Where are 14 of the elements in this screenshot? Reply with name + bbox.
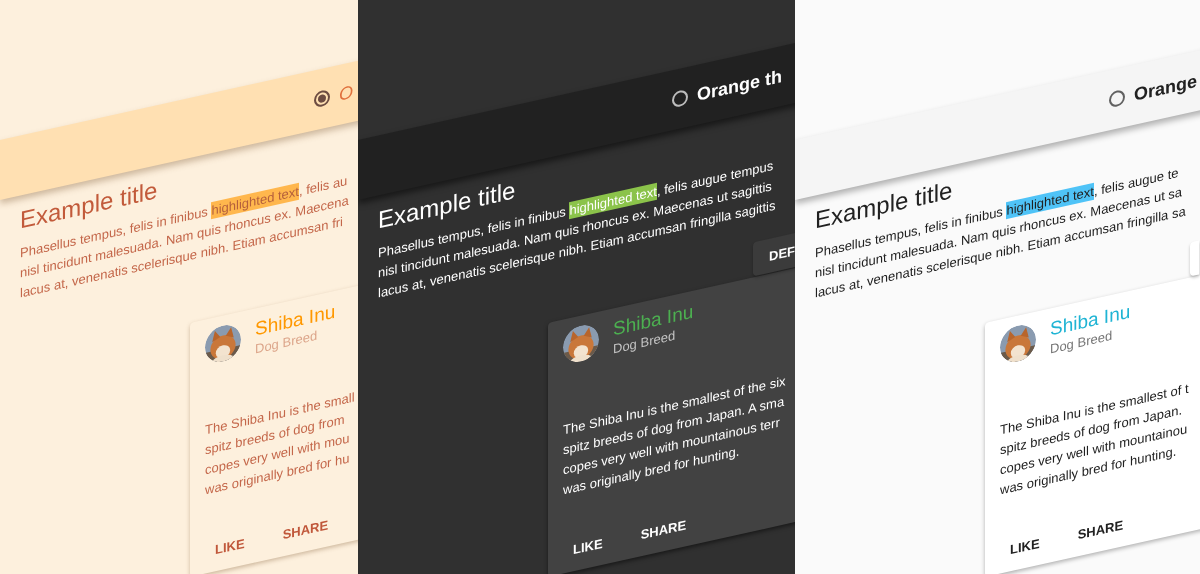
- card-text: The Shiba Inu is the smallest of t spitz breeds of dog from Japan. copes very well with mountainou was originally bred for hunting.: [1000, 379, 1189, 500]
- radio-button[interactable]: [672, 88, 688, 109]
- radio-label[interactable]: Orange th: [697, 65, 782, 106]
- radio-label[interactable]: Orange: [1134, 70, 1198, 106]
- radio-button[interactable]: [1109, 88, 1125, 109]
- share-button[interactable]: SHARE: [274, 509, 337, 551]
- share-button[interactable]: SHARE: [1069, 509, 1132, 551]
- like-button[interactable]: LIKE: [207, 528, 253, 566]
- radio-button[interactable]: [314, 88, 330, 109]
- card-text: The Shiba Inu is the smallest of the six spitz breeds of dog from Japan. A sma copes very well with mountainous terr was originally bred for hunting.: [563, 372, 786, 500]
- like-button[interactable]: LIKE: [1002, 528, 1048, 566]
- like-button[interactable]: LIKE: [565, 528, 611, 566]
- card-text: The Shiba Inu is the small spitz breeds of dog from copes very well with mou was originally bred for hu: [205, 388, 355, 500]
- share-button[interactable]: SHARE: [632, 509, 695, 551]
